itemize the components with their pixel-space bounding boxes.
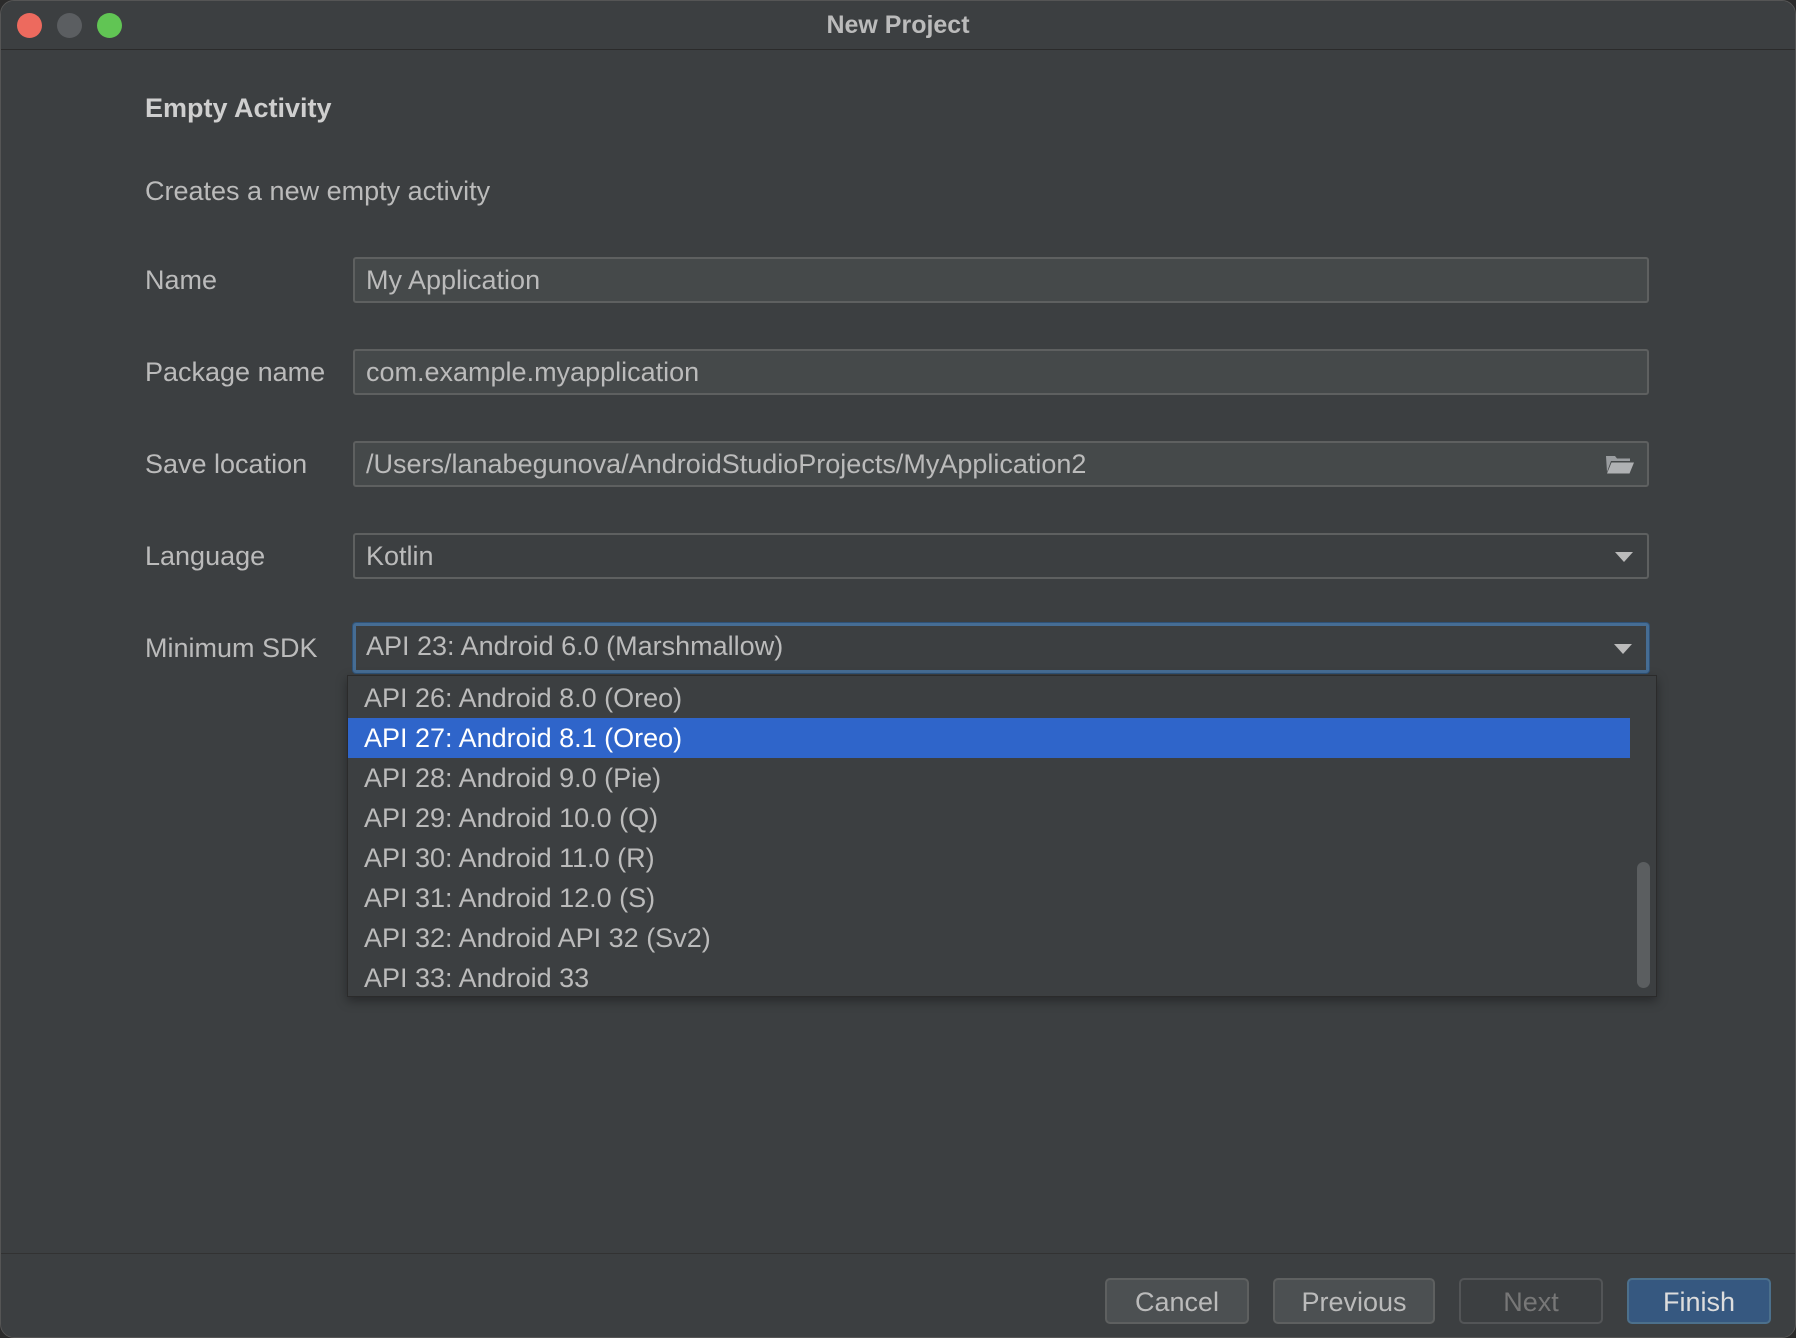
window-title: New Project: [826, 11, 970, 39]
sdk-option[interactable]: API 31: Android 12.0 (S): [348, 878, 1630, 918]
folder-icon[interactable]: [1605, 453, 1635, 475]
sdk-option[interactable]: API 28: Android 9.0 (Pie): [348, 758, 1630, 798]
save-location-value: /Users/lanabegunova/AndroidStudioProject…: [366, 449, 1087, 479]
sdk-option-selected[interactable]: API 27: Android 8.1 (Oreo): [348, 718, 1630, 758]
page-description: Creates a new empty activity: [145, 176, 491, 206]
minimum-sdk-label: Minimum SDK: [145, 633, 318, 663]
dropdown-scrollbar-thumb[interactable]: [1637, 862, 1650, 988]
language-combo[interactable]: Kotlin: [353, 533, 1649, 579]
chevron-down-icon: [1614, 644, 1632, 654]
finish-button[interactable]: Finish: [1627, 1278, 1771, 1324]
button-bar: Cancel Previous Next Finish: [1, 1253, 1795, 1337]
name-input[interactable]: [353, 257, 1649, 303]
dropdown-scrollbar[interactable]: [1634, 680, 1652, 992]
package-name-label: Package name: [145, 357, 326, 387]
new-project-dialog: New Project Empty Activity Creates a new…: [0, 0, 1796, 1338]
minimum-sdk-value: API 23: Android 6.0 (Marshmallow): [366, 631, 784, 661]
save-location-label: Save location: [145, 449, 308, 479]
previous-button[interactable]: Previous: [1273, 1278, 1435, 1324]
page-heading: Empty Activity: [145, 93, 332, 123]
language-label: Language: [145, 541, 266, 571]
sdk-option[interactable]: API 26: Android 8.0 (Oreo): [348, 678, 1630, 718]
save-location-field[interactable]: /Users/lanabegunova/AndroidStudioProject…: [353, 441, 1649, 487]
title-bar: New Project: [1, 1, 1795, 50]
language-value: Kotlin: [366, 541, 434, 571]
package-name-input[interactable]: [353, 349, 1649, 395]
sdk-option[interactable]: API 32: Android API 32 (Sv2): [348, 918, 1630, 958]
sdk-option[interactable]: API 30: Android 11.0 (R): [348, 838, 1630, 878]
cancel-button[interactable]: Cancel: [1105, 1278, 1249, 1324]
minimum-sdk-combo[interactable]: API 23: Android 6.0 (Marshmallow): [353, 623, 1649, 673]
next-button[interactable]: Next: [1459, 1278, 1603, 1324]
sdk-dropdown-list[interactable]: API 26: Android 8.0 (Oreo) API 27: Andro…: [347, 675, 1657, 997]
sdk-option[interactable]: API 29: Android 10.0 (Q): [348, 798, 1630, 838]
chevron-down-icon: [1615, 552, 1633, 562]
sdk-option[interactable]: API 33: Android 33: [348, 958, 1630, 998]
name-label: Name: [145, 265, 218, 295]
